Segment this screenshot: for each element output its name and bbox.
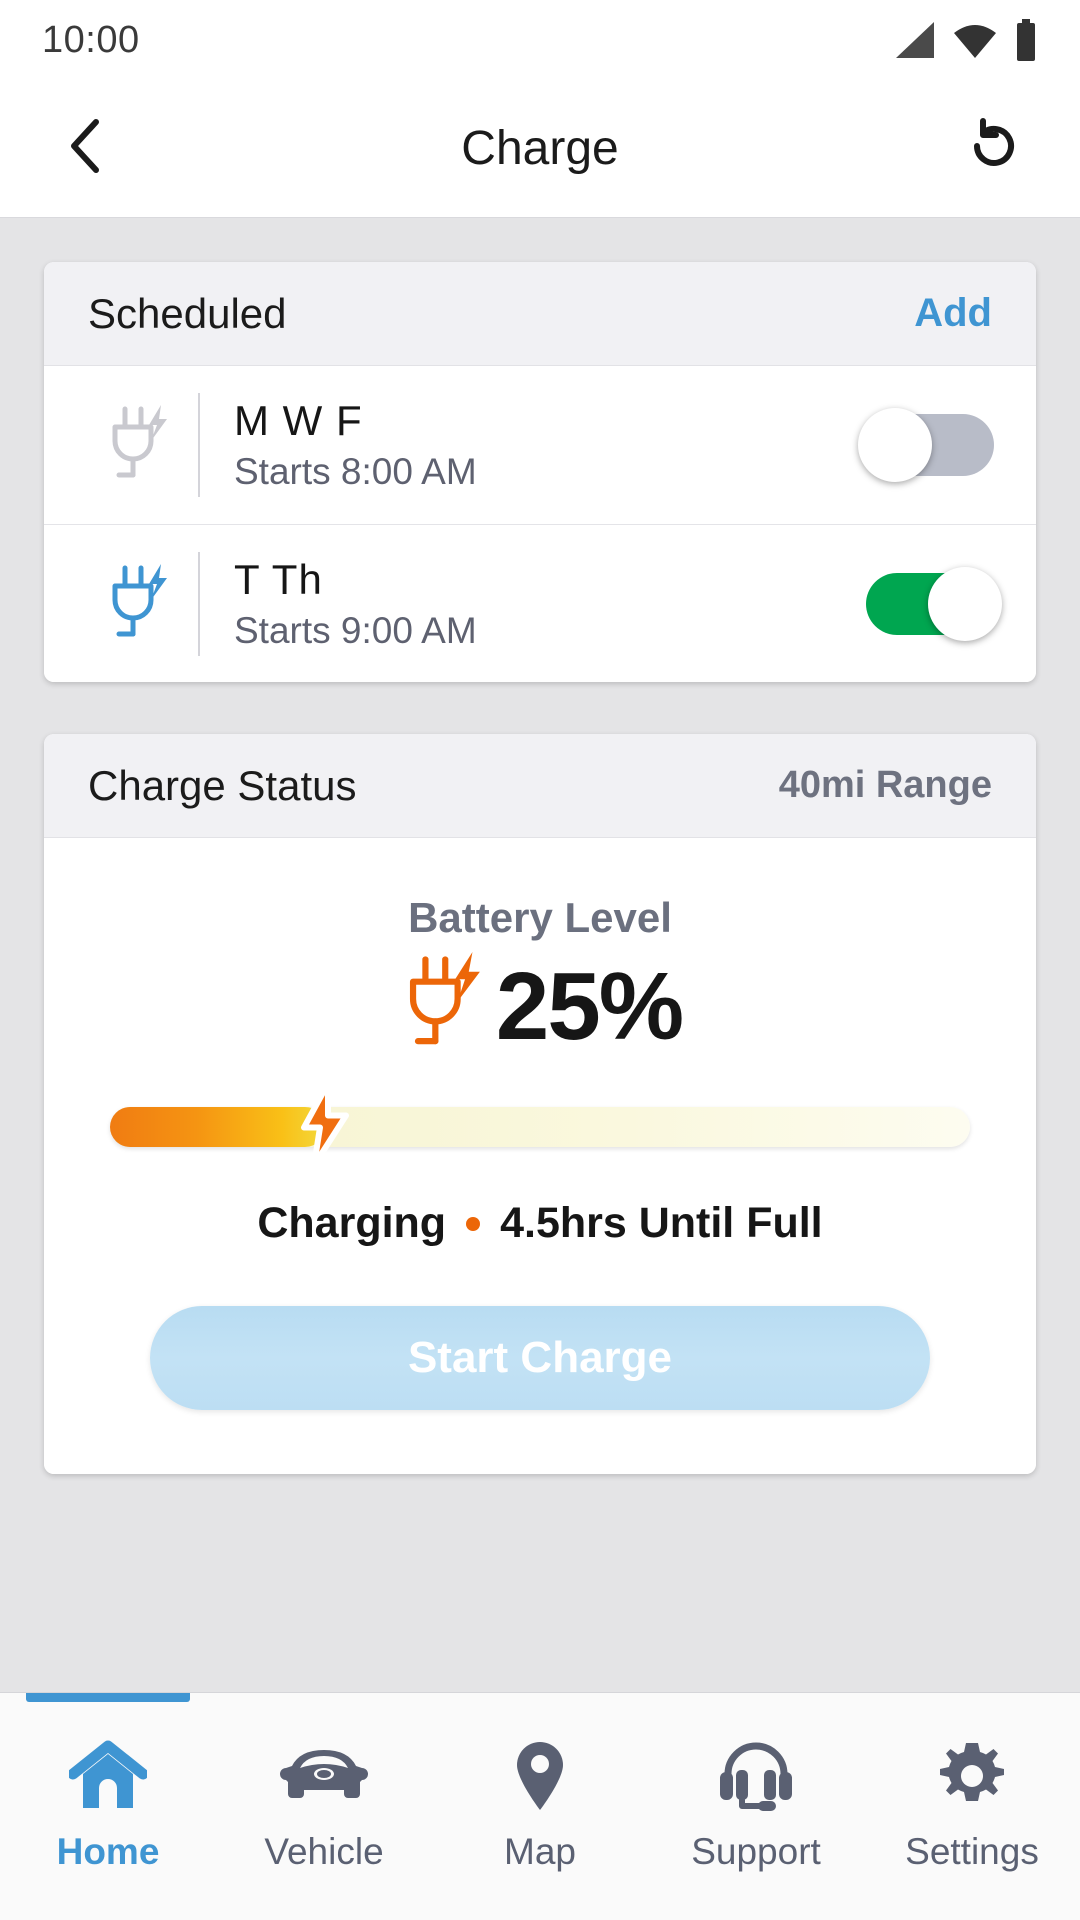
page-body: Scheduled Add M W F Starts 8:00 AM T Th … <box>0 218 1080 1692</box>
headset-icon <box>714 1739 798 1813</box>
battery-icon <box>1014 19 1038 61</box>
bottom-navigation: Home Vehicle Map Support Settings <box>0 1692 1080 1920</box>
charging-status-line: Charging 4.5hrs Until Full <box>88 1199 992 1248</box>
scheduled-card: Scheduled Add M W F Starts 8:00 AM T Th … <box>44 262 1036 682</box>
signal-icon <box>890 20 936 60</box>
nav-item-map[interactable]: Map <box>432 1693 648 1920</box>
range-value: 40mi Range <box>778 764 992 806</box>
charging-status-text: Charging <box>257 1199 447 1247</box>
wifi-icon <box>952 20 998 60</box>
status-bar-icons <box>890 19 1038 61</box>
battery-percent: 25% <box>495 952 684 1060</box>
scheduled-card-header: Scheduled Add <box>44 262 1036 366</box>
row-divider <box>198 551 200 656</box>
schedule-texts: M W F Starts 8:00 AM <box>234 397 866 493</box>
active-tab-indicator <box>25 1693 191 1702</box>
schedule-days: T Th <box>234 555 323 603</box>
nav-label-support: Support <box>691 1831 821 1872</box>
charge-plug-icon <box>92 403 188 487</box>
chevron-left-icon <box>64 116 108 181</box>
nav-item-home[interactable]: Home <box>0 1693 216 1920</box>
nav-item-settings[interactable]: Settings <box>864 1693 1080 1920</box>
schedule-toggle[interactable] <box>858 408 994 482</box>
refresh-button[interactable] <box>954 109 1034 189</box>
schedule-start-time: Starts 9:00 AM <box>234 609 477 651</box>
status-bar: 10:00 <box>0 0 1080 80</box>
charge-status-body: Battery Level 25% Charging 4.5hrs Until … <box>44 838 1036 1474</box>
add-schedule-button[interactable]: Add <box>914 291 992 336</box>
home-icon <box>69 1739 147 1813</box>
progress-fill <box>110 1107 325 1147</box>
charge-status-title: Charge Status <box>88 761 357 809</box>
app-screen: 10:00 Charge Scheduled Add M W F Starts … <box>0 0 1080 1920</box>
nav-item-support[interactable]: Support <box>648 1693 864 1920</box>
nav-item-vehicle[interactable]: Vehicle <box>216 1693 432 1920</box>
schedule-days: M W F <box>234 397 363 444</box>
toggle-knob <box>858 408 932 482</box>
nav-label-settings: Settings <box>905 1831 1039 1872</box>
schedule-toggle[interactable] <box>866 566 1002 641</box>
charge-bolt-marker-icon <box>298 1080 352 1173</box>
battery-progress-bar <box>110 1080 970 1169</box>
battery-level-label: Battery Level <box>408 894 672 941</box>
nav-label-map: Map <box>504 1831 576 1872</box>
app-header: Charge <box>0 80 1080 218</box>
toggle-knob <box>928 566 1002 641</box>
map-pin-icon <box>511 1739 569 1813</box>
start-charge-button[interactable]: Start Charge <box>150 1306 930 1410</box>
scheduled-title: Scheduled <box>88 289 287 337</box>
refresh-ccw-icon <box>963 115 1025 182</box>
schedule-row[interactable]: M W F Starts 8:00 AM <box>44 366 1036 524</box>
charge-plug-icon <box>398 952 490 1061</box>
charge-status-card: Charge Status 40mi Range Battery Level 2… <box>44 734 1036 1474</box>
nav-label-vehicle: Vehicle <box>264 1831 384 1872</box>
separator-dot-icon <box>466 1216 481 1231</box>
gear-icon <box>937 1739 1007 1813</box>
nav-label-home: Home <box>56 1831 160 1872</box>
charge-plug-icon <box>92 562 188 646</box>
row-divider <box>198 393 200 497</box>
schedule-texts: T Th Starts 9:00 AM <box>234 556 866 652</box>
battery-level-value-row: 25% <box>88 952 992 1061</box>
time-until-full: 4.5hrs Until Full <box>500 1199 823 1247</box>
back-button[interactable] <box>46 109 126 189</box>
car-icon <box>280 1739 368 1813</box>
charge-status-header: Charge Status 40mi Range <box>44 734 1036 838</box>
page-title: Charge <box>461 122 619 175</box>
status-bar-clock: 10:00 <box>42 18 140 61</box>
schedule-row[interactable]: T Th Starts 9:00 AM <box>44 524 1036 682</box>
progress-track <box>110 1080 970 1169</box>
schedule-start-time: Starts 8:00 AM <box>234 451 477 492</box>
